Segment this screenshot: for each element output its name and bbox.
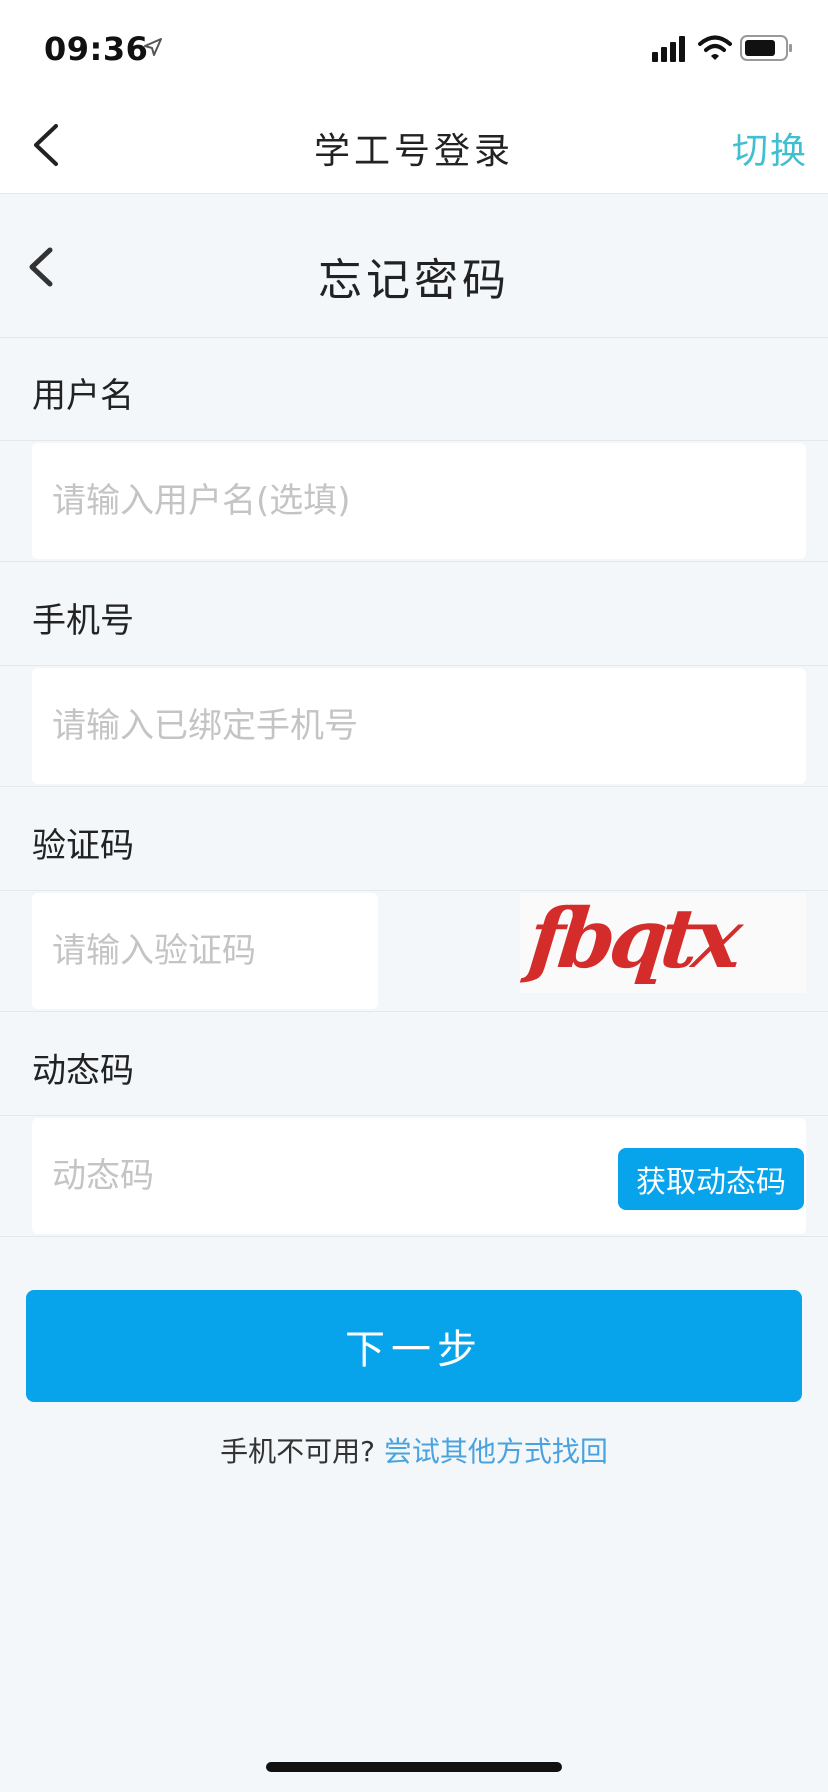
- nav-bar: 学工号登录 切换: [0, 96, 828, 194]
- captcha-row: fbqtx: [0, 890, 828, 1012]
- username-box: [32, 443, 806, 559]
- captcha-box: [32, 893, 378, 1009]
- alt-recovery-link[interactable]: 尝试其他方式找回: [384, 1435, 608, 1468]
- switch-button[interactable]: 切换: [732, 122, 808, 174]
- captcha-image[interactable]: fbqtx: [520, 893, 806, 993]
- alt-recovery-line: 手机不可用? 尝试其他方式找回: [0, 1430, 828, 1470]
- phone-input[interactable]: [32, 668, 806, 784]
- page-header: 忘记密码: [0, 194, 828, 338]
- otp-row: 获取动态码: [0, 1115, 828, 1237]
- username-input[interactable]: [32, 443, 806, 559]
- username-row: [0, 440, 828, 562]
- get-otp-button[interactable]: 获取动态码: [618, 1148, 804, 1210]
- phone-row: [0, 665, 828, 787]
- status-bar: 09:36: [0, 0, 828, 96]
- captcha-input[interactable]: [32, 893, 378, 1009]
- captcha-image-text: fbqtx: [520, 893, 748, 987]
- screen: 09:36 学工号登录 切换 忘记密码 用户名 请输入用户名(选填) 手机号 请…: [0, 0, 828, 1792]
- battery-icon: [740, 35, 792, 61]
- home-indicator[interactable]: [266, 1762, 562, 1772]
- location-arrow-icon: [144, 38, 162, 56]
- phone-box: [32, 668, 806, 784]
- signal-icon: [652, 36, 685, 62]
- otp-label: 动态码: [32, 1051, 134, 1091]
- wifi-icon: [698, 35, 732, 60]
- page-title: 忘记密码: [318, 255, 510, 306]
- nav-title: 学工号登录: [313, 131, 514, 172]
- next-step-button[interactable]: 下一步: [26, 1290, 802, 1402]
- phone-label: 手机号: [32, 601, 134, 641]
- captcha-label: 验证码: [32, 826, 134, 866]
- alt-recovery-prefix: 手机不可用?: [220, 1435, 375, 1468]
- username-label: 用户名: [32, 376, 134, 416]
- status-time: 09:36: [44, 30, 149, 68]
